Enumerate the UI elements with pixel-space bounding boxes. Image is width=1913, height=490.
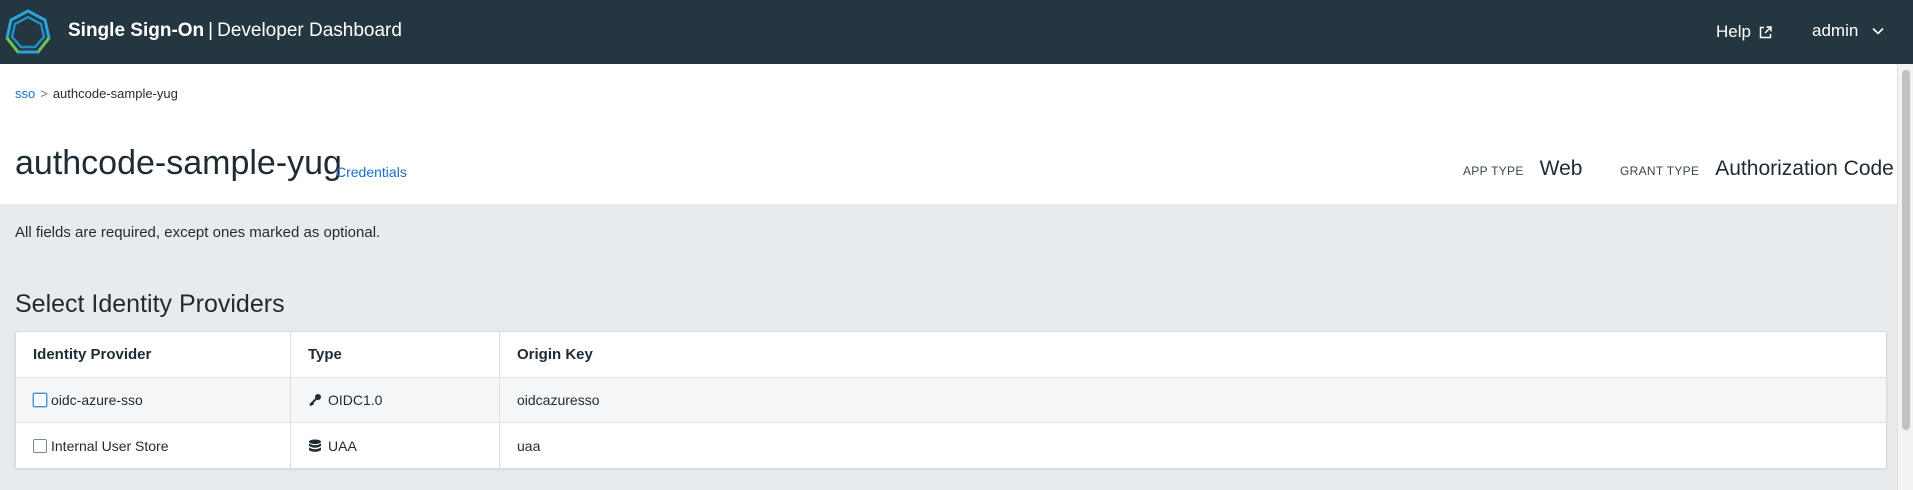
provider-type: UAA bbox=[328, 437, 357, 454]
user-name: admin bbox=[1812, 21, 1859, 40]
table-header-row: Identity Provider Type Origin Key bbox=[16, 332, 1886, 378]
page-title: authcode-sample-yug bbox=[15, 144, 342, 182]
chevron-down-icon bbox=[1872, 27, 1884, 35]
top-navbar: Single Sign-On | Developer Dashboard Help … bbox=[0, 0, 1913, 64]
type-cell: UAA bbox=[291, 423, 500, 468]
breadcrumb: sso > authcode-sample-yug bbox=[15, 86, 178, 101]
breadcrumb-root-link[interactable]: sso bbox=[15, 86, 35, 101]
app-type-label: APP TYPE bbox=[1463, 164, 1524, 178]
help-link[interactable]: Help bbox=[1716, 22, 1772, 42]
provider-checkbox[interactable] bbox=[33, 438, 47, 453]
grant-type-info: GRANT TYPE Authorization Code bbox=[1620, 157, 1894, 181]
provider-type: OIDC1.0 bbox=[328, 392, 383, 408]
section-title: Select Identity Providers bbox=[15, 290, 285, 318]
breadcrumb-current: authcode-sample-yug bbox=[52, 86, 178, 101]
page-scrollbar[interactable] bbox=[1897, 64, 1913, 490]
app-type-info: APP TYPE Web bbox=[1463, 157, 1582, 181]
provider-name: Internal User Store bbox=[51, 437, 169, 454]
breadcrumb-separator: > bbox=[40, 86, 48, 101]
type-cell: OIDC1.0 bbox=[291, 378, 500, 422]
required-fields-note: All fields are required, except ones mar… bbox=[15, 224, 381, 241]
user-menu[interactable]: admin bbox=[1812, 21, 1884, 41]
grant-type-value: Authorization Code bbox=[1715, 157, 1894, 180]
origin-key-cell: uaa bbox=[517, 437, 541, 454]
help-label: Help bbox=[1716, 22, 1751, 41]
brand-product-name: Single Sign-On bbox=[68, 20, 205, 41]
identity-providers-table: Identity Provider Type Origin Key oidc-a… bbox=[15, 331, 1887, 469]
app-logo-icon bbox=[5, 9, 51, 54]
key-icon bbox=[309, 394, 321, 407]
scrollbar-thumb[interactable] bbox=[1902, 70, 1910, 430]
credentials-link[interactable]: Credentials bbox=[336, 164, 407, 180]
identity-provider-cell: oidc-azure-sso bbox=[16, 378, 291, 422]
provider-name: oidc-azure-sso bbox=[51, 392, 143, 408]
provider-checkbox[interactable] bbox=[33, 393, 47, 407]
brand-separator: | bbox=[208, 20, 214, 41]
column-header-identity-provider: Identity Provider bbox=[16, 332, 291, 377]
database-icon bbox=[309, 439, 321, 452]
column-header-type: Type bbox=[291, 332, 500, 377]
brand-title[interactable]: Single Sign-On | Developer Dashboard bbox=[68, 20, 402, 42]
grant-type-label: GRANT TYPE bbox=[1620, 164, 1700, 178]
external-link-icon bbox=[1759, 25, 1772, 38]
table-row: oidc-azure-sso OIDC1.0 oidcazuresso bbox=[16, 378, 1886, 423]
page-header: sso > authcode-sample-yug authcode-sample-… bbox=[0, 64, 1897, 204]
brand-subtitle: Developer Dashboard bbox=[217, 20, 402, 41]
identity-provider-cell: Internal User Store bbox=[16, 423, 291, 468]
column-header-origin-key: Origin Key bbox=[517, 346, 593, 363]
app-type-value: Web bbox=[1539, 157, 1583, 180]
table-row: Internal User Store UAA uaa bbox=[16, 423, 1886, 468]
origin-key-cell: oidcazuresso bbox=[517, 392, 600, 408]
